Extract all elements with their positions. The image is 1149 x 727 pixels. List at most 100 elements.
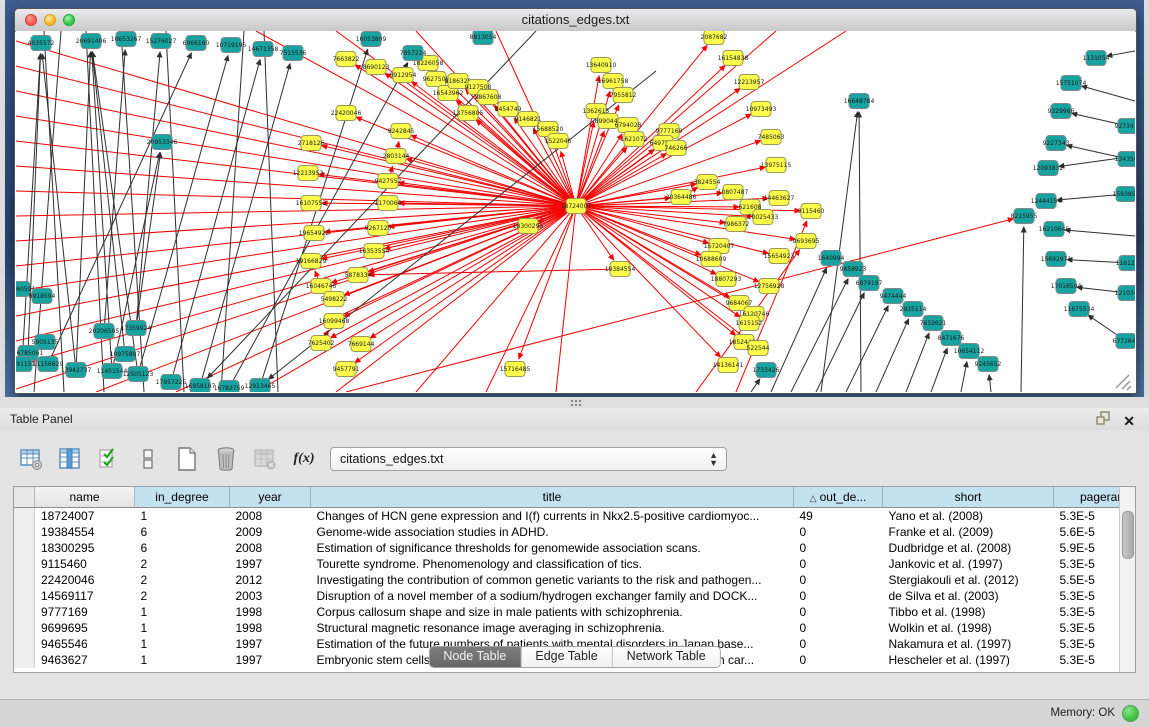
graph-node[interactable]: 2087682: [701, 31, 728, 45]
table-row[interactable]: 1830029562008Estimation of significance …: [14, 540, 1136, 556]
graph-edge[interactable]: [1021, 227, 1024, 392]
graph-node[interactable]: 1621072: [621, 132, 648, 147]
graph-node[interactable]: 1210344: [1115, 286, 1135, 301]
table-cell[interactable]: 0: [794, 652, 883, 668]
table-cell[interactable]: 0: [794, 604, 883, 620]
graph-node[interactable]: 8918594: [29, 289, 56, 304]
graph-edge[interactable]: [576, 206, 720, 357]
delete-table-icon[interactable]: [213, 446, 239, 472]
float-panel-icon[interactable]: [1096, 411, 1111, 430]
graph-node[interactable]: 9329966: [1048, 104, 1075, 119]
graph-node[interactable]: 9227343: [1043, 136, 1070, 151]
table-row[interactable]: 2242004622012Investigating the contribut…: [14, 572, 1136, 588]
graph-edge[interactable]: [576, 206, 708, 243]
table-cell[interactable]: Disruption of a novel member of a sodium…: [311, 588, 794, 604]
table-cell[interactable]: Jankovic et al. (1997): [883, 556, 1054, 572]
graph-node[interactable]: 14671358: [248, 42, 279, 57]
graph-node[interactable]: 16782759: [214, 381, 245, 393]
table-cell[interactable]: 18724007: [35, 508, 135, 525]
table-cell[interactable]: 2012: [230, 572, 311, 588]
graph-edge[interactable]: [48, 53, 191, 364]
graph-node[interactable]: 7625402: [308, 336, 335, 351]
table-cell[interactable]: 1: [135, 604, 230, 620]
table-cell[interactable]: 0: [794, 556, 883, 572]
graph-node[interactable]: 20206505: [89, 324, 120, 339]
graph-node[interactable]: 20691406: [76, 34, 107, 49]
graph-node[interactable]: 4035572: [28, 36, 55, 51]
table-row[interactable]: 911546021997Tourette syndrome. Phenomeno…: [14, 556, 1136, 572]
table-cell[interactable]: Corpus callosum shape and size in male p…: [311, 604, 794, 620]
table-scrollbar[interactable]: [1119, 487, 1135, 672]
close-panel-icon[interactable]: ✕: [1123, 414, 1135, 428]
table-cell[interactable]: Wolkin et al. (1998): [883, 620, 1054, 636]
table-cell[interactable]: 19384554: [35, 524, 135, 540]
select-rows-icon[interactable]: [96, 446, 122, 472]
graph-edge[interactable]: [1107, 51, 1135, 56]
new-table-icon[interactable]: [174, 446, 200, 472]
graph-node[interactable]: 7857224: [400, 46, 427, 61]
table-cell[interactable]: 0: [794, 572, 883, 588]
table-cell[interactable]: 9465546: [35, 636, 135, 652]
graph-node[interactable]: 17016504: [1051, 279, 1082, 294]
graph-node[interactable]: 8215955: [1011, 209, 1038, 224]
graph-edge[interactable]: [1082, 86, 1135, 101]
table-settings-icon[interactable]: [18, 446, 44, 472]
graph-node[interactable]: 12923465: [245, 379, 276, 393]
graph-edge[interactable]: [112, 153, 160, 371]
row-toggle-icon[interactable]: [135, 446, 161, 472]
graph-node[interactable]: 9693695: [793, 234, 820, 249]
table-cell[interactable]: de Silva et al. (2003): [883, 588, 1054, 604]
graph-node[interactable]: 16053809: [356, 32, 387, 47]
table-cell[interactable]: 9699695: [35, 620, 135, 636]
graph-edge[interactable]: [22, 54, 40, 364]
graph-node[interactable]: 6879197: [856, 276, 883, 291]
graph-node[interactable]: 12505123: [123, 367, 154, 382]
graph-node[interactable]: 9427552: [375, 174, 402, 189]
graph-node[interactable]: 6794028: [615, 118, 642, 133]
graph-node[interactable]: 16961758: [598, 74, 629, 89]
graph-node[interactable]: 16107553: [296, 196, 327, 211]
graph-node[interactable]: 14136141: [713, 358, 744, 373]
graph-node[interactable]: 8471676: [938, 331, 965, 346]
graph-node[interactable]: 9115460: [798, 204, 825, 219]
graph-node[interactable]: 8690123: [363, 60, 390, 75]
graph-node[interactable]: 2803144: [383, 149, 410, 164]
graph-node[interactable]: 16648784: [844, 94, 875, 109]
graph-node[interactable]: 12093832: [1033, 161, 1064, 176]
table-cell[interactable]: 0: [794, 524, 883, 540]
graph-node[interactable]: 1733426: [753, 363, 780, 378]
graph-node[interactable]: 3824554: [694, 175, 721, 190]
graph-node[interactable]: 1615152: [736, 316, 763, 331]
graph-node[interactable]: 8813054: [470, 31, 497, 45]
graph-node[interactable]: 7669144: [348, 337, 375, 352]
graph-node[interactable]: 1522046: [545, 134, 572, 149]
table-cell[interactable]: Tourette syndrome. Phenomenology and cla…: [311, 556, 794, 572]
graph-node[interactable]: 15692971: [1041, 252, 1072, 267]
graph-node[interactable]: 10807487: [718, 185, 749, 200]
graph-node[interactable]: 6772641: [1113, 334, 1135, 349]
graph-edge[interactable]: [859, 112, 861, 392]
graph-edge[interactable]: [16, 206, 576, 389]
table-cell[interactable]: 14569117: [35, 588, 135, 604]
graph-node[interactable]: 12444154: [1031, 194, 1062, 209]
table-cell[interactable]: 22420046: [35, 572, 135, 588]
table-cell[interactable]: Structural magnetic resonance image aver…: [311, 620, 794, 636]
graph-node[interactable]: 9242845: [388, 124, 415, 139]
graph-node[interactable]: 5878334: [345, 268, 372, 283]
graph-node[interactable]: 1170064: [375, 196, 402, 211]
graph-node[interactable]: 9858923: [840, 262, 867, 277]
graph-node[interactable]: 2718126: [298, 136, 325, 151]
table-cell[interactable]: Hescheler et al. (1997): [883, 652, 1054, 668]
table-cell[interactable]: Yano et al. (2008): [883, 508, 1054, 525]
splitter-grip-icon[interactable]: [570, 399, 582, 406]
table-cell[interactable]: 2008: [230, 508, 311, 525]
table-cell[interactable]: 1998: [230, 604, 311, 620]
table-cell[interactable]: 49: [794, 508, 883, 525]
table-cell[interactable]: 0: [794, 588, 883, 604]
table-cell[interactable]: 9777169: [35, 604, 135, 620]
graph-node[interactable]: 16958107: [185, 379, 216, 393]
graph-window-titlebar[interactable]: citations_edges.txt: [15, 9, 1136, 32]
column-header-title[interactable]: title: [311, 487, 794, 508]
table-cell[interactable]: 2: [135, 588, 230, 604]
graph-node[interactable]: 10719195: [216, 38, 247, 53]
